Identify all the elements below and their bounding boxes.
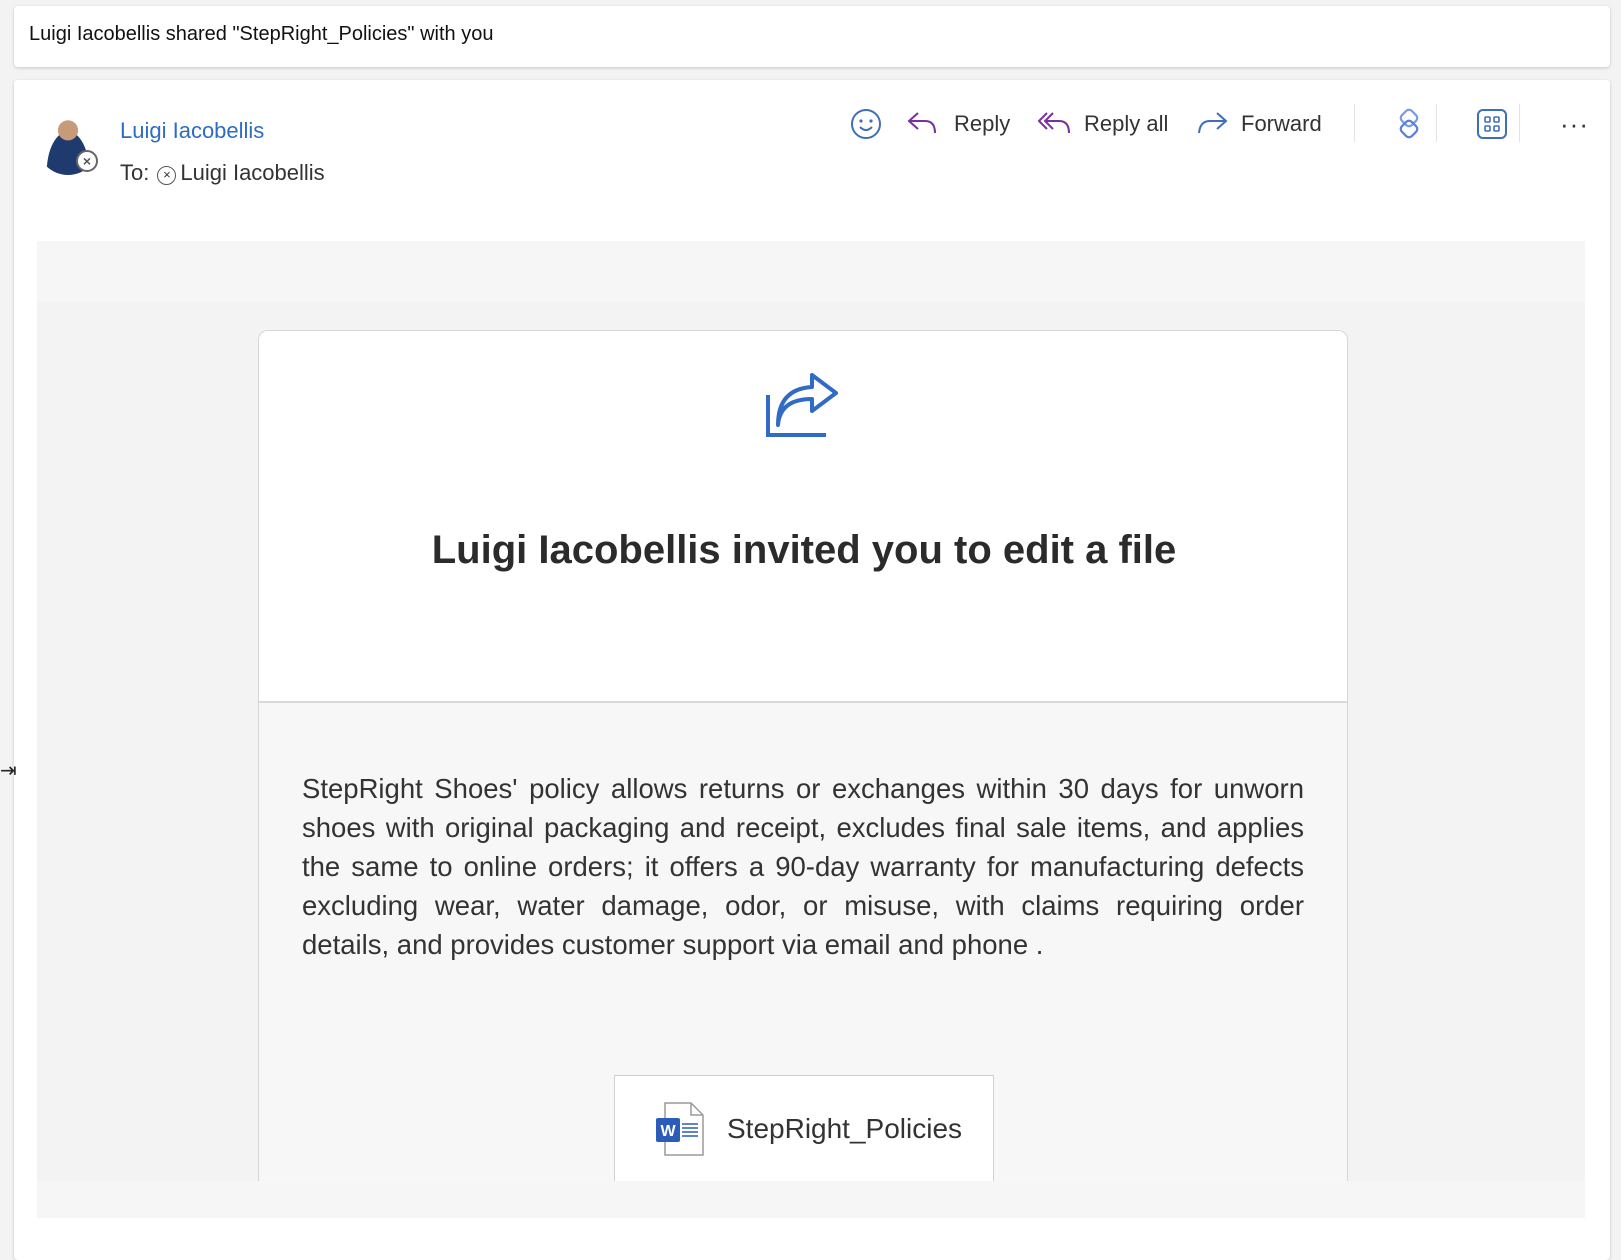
reply-all-label: Reply all (1084, 111, 1169, 136)
loop-icon (1399, 108, 1419, 139)
invitation-message: StepRight Shoes' policy allows returns o… (302, 773, 1304, 960)
reply-all-icon (1037, 112, 1070, 134)
reactions-button[interactable] (850, 102, 882, 146)
reply-button[interactable]: Reply (906, 102, 1010, 146)
reply-all-button[interactable]: Reply all (1037, 102, 1168, 146)
reply-icon (907, 112, 936, 134)
file-name: StepRight_Policies (727, 1113, 963, 1144)
toolbar-divider (1354, 104, 1355, 142)
forward-button[interactable]: Forward (1195, 102, 1322, 146)
body-top-band (37, 241, 1585, 301)
share-icon (766, 373, 838, 437)
card-header: Luigi Iacobellis invited you to edit a f… (259, 331, 1347, 703)
recipients-line: To: × Luigi Iacobellis (120, 160, 325, 186)
word-document-icon: W (656, 1102, 704, 1156)
toolbar-divider (1436, 104, 1437, 142)
presence-offline-icon: × (157, 166, 177, 185)
email-subject: Luigi Iacobellis shared "StepRight_Polic… (14, 6, 1610, 67)
resize-cursor-icon: ⇥ (0, 760, 17, 782)
reply-label: Reply (954, 111, 1011, 136)
smiley-icon (851, 109, 881, 139)
share-invitation-card: Luigi Iacobellis invited you to edit a f… (258, 330, 1348, 1181)
loop-button[interactable] (1393, 102, 1425, 146)
recipient-name[interactable]: Luigi Iacobellis (180, 160, 324, 185)
sender-name[interactable]: Luigi Iacobellis (120, 118, 264, 144)
forward-icon (1198, 112, 1228, 134)
apps-grid-icon (1477, 109, 1507, 139)
svg-text:W: W (660, 1123, 676, 1140)
presence-offline-icon: × (76, 150, 98, 172)
to-label: To: (120, 160, 150, 185)
more-actions-button[interactable]: ··· (1560, 102, 1589, 146)
toolbar-divider (1519, 104, 1520, 142)
more-icon: ··· (1560, 108, 1589, 139)
email-reading-pane: × Luigi Iacobellis To: × Luigi Iacobellis … (14, 80, 1610, 1260)
body-bottom-band (37, 1181, 1585, 1218)
forward-label: Forward (1241, 111, 1322, 136)
apps-button[interactable] (1476, 102, 1508, 146)
invitation-heading: Luigi Iacobellis invited you to edit a f… (431, 528, 1177, 572)
email-body: Luigi Iacobellis invited you to edit a f… (37, 241, 1585, 1218)
shared-file-link[interactable]: W StepRight_Policies (614, 1075, 994, 1181)
